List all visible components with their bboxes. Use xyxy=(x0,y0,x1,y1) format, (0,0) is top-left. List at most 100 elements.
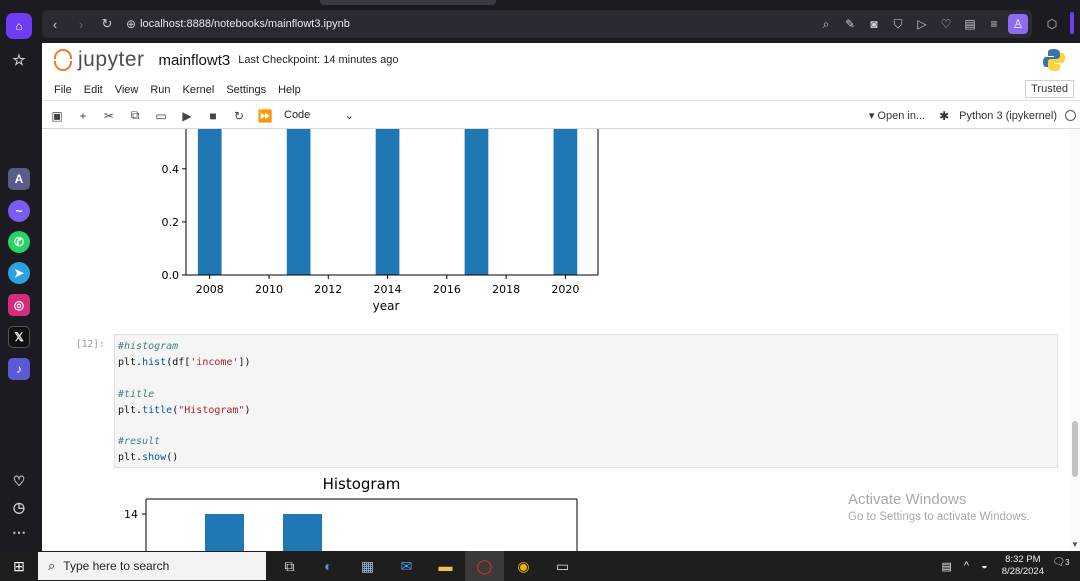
wallet-icon[interactable]: ▤ xyxy=(958,17,982,31)
home-icon[interactable]: ⌂ xyxy=(6,13,32,39)
send-icon[interactable]: ▷ xyxy=(910,17,934,31)
toolbar-right: ▾ Open in... ✱ Python 3 (ipykernel) xyxy=(869,109,1080,123)
easy-setup-icon[interactable]: ≡ xyxy=(982,17,1006,31)
messenger-icon[interactable]: ~ xyxy=(8,200,30,222)
vpn-shield-icon[interactable]: ⛉ xyxy=(886,17,910,32)
history-icon[interactable]: ◷ xyxy=(8,496,30,518)
tab-strip xyxy=(38,0,1080,8)
page-scrollbar[interactable]: ▼ xyxy=(1070,129,1080,551)
zoom-icon[interactable]: ⌕ xyxy=(814,17,838,32)
bar-2008 xyxy=(197,129,222,275)
menu-help[interactable]: Help xyxy=(272,84,307,96)
more-icon[interactable]: ⋯ xyxy=(8,521,30,543)
heart-icon[interactable]: ♡ xyxy=(8,470,30,492)
notification-count: 3 xyxy=(1065,558,1070,567)
scrollbar-thumb[interactable] xyxy=(1072,421,1078,477)
heart-icon[interactable]: ♡ xyxy=(934,17,958,31)
trusted-button[interactable]: Trusted xyxy=(1025,80,1074,98)
profile-icon[interactable]: ♙ xyxy=(1008,14,1028,34)
task-view-icon[interactable]: ⧉ xyxy=(270,551,309,581)
clock-date: 8/28/2024 xyxy=(1001,566,1044,577)
forward-icon[interactable]: › xyxy=(68,10,94,38)
clock[interactable]: 8:32 PM 8/28/2024 xyxy=(1002,554,1044,578)
histogram-bar xyxy=(205,514,244,551)
edge-icon[interactable]: ◐ xyxy=(309,551,348,581)
code-line: #histogram xyxy=(118,341,179,352)
menu-file[interactable]: File xyxy=(48,84,78,96)
menu-settings[interactable]: Settings xyxy=(220,84,272,96)
menu-view[interactable]: View xyxy=(109,84,145,96)
file-explorer-icon[interactable]: ▬ xyxy=(426,551,465,581)
screen: ⌂ ☆ A ~ ✆ ➤ ◎ 𝕏 ♪ ♡ ◷ ⋯ ‹ › ↻ ⊕ localhos… xyxy=(0,0,1080,581)
y-tick-label: 0.0 xyxy=(162,269,180,282)
snapshot-icon[interactable]: ◙ xyxy=(862,17,886,31)
address-bar: ‹ › ↻ ⊕ localhost:8888/notebooks/mainflo… xyxy=(42,10,1032,38)
whatsapp-icon[interactable]: ✆ xyxy=(8,231,30,253)
histogram-bar xyxy=(283,514,322,551)
jupyter-logo-icon[interactable] xyxy=(52,47,74,73)
menu-kernel[interactable]: Kernel xyxy=(177,84,221,96)
chevron-down-icon: ⌄ xyxy=(344,110,354,122)
windows-start-icon[interactable]: ⊞ xyxy=(0,558,38,575)
jupyter-brand[interactable]: jupyter xyxy=(78,48,145,72)
terminal-icon[interactable]: ▭ xyxy=(543,551,582,581)
store-icon[interactable]: ▦ xyxy=(348,551,387,581)
menu-bar: File Edit View Run Kernel Settings Help xyxy=(42,79,1080,101)
activate-windows-watermark: Activate Windows Go to Settings to activ… xyxy=(848,491,1030,523)
cell-type-select[interactable]: Code ⌄ xyxy=(284,109,354,122)
menu-edit[interactable]: Edit xyxy=(78,84,109,96)
tray-chevron-icon[interactable]: ^ xyxy=(964,560,969,572)
url-text[interactable]: localhost:8888/notebooks/mainflowt3.ipyn… xyxy=(140,18,350,30)
restart-icon[interactable]: ↻ xyxy=(226,109,252,123)
add-cell-icon[interactable]: + xyxy=(70,109,96,123)
edit-icon[interactable]: ✎ xyxy=(838,17,862,31)
code-cell[interactable] xyxy=(114,334,1058,468)
reload-icon[interactable]: ↻ xyxy=(94,10,120,38)
music-icon[interactable]: ♪ xyxy=(8,358,30,380)
cell-prompt: [12]: xyxy=(76,339,105,350)
taskbar-search[interactable]: ⌕ Type here to search xyxy=(38,552,266,580)
x-icon[interactable]: 𝕏 xyxy=(8,326,30,348)
chart-title: Histogram xyxy=(323,475,401,493)
notebook-toolbar: ▣ + ✂ ⧉ ▭ ▶ ■ ↻ ⏩ Code ⌄ ▾ Open in... ✱ P… xyxy=(42,103,1080,129)
paste-icon[interactable]: ▭ xyxy=(148,109,174,123)
stop-icon[interactable]: ■ xyxy=(200,109,226,123)
code-line: plt.title("Histogram") xyxy=(118,404,251,416)
instagram-icon[interactable]: ◎ xyxy=(8,294,30,316)
x-tick-label: 2008 xyxy=(196,283,224,296)
extensions-icon[interactable]: ⬡ xyxy=(1040,13,1064,35)
save-icon[interactable]: ▣ xyxy=(44,109,70,123)
notification-icon[interactable]: 🗨3 xyxy=(1052,557,1070,575)
notebook-title[interactable]: mainflowt3 xyxy=(159,52,231,69)
x-tick-label: 2012 xyxy=(314,283,342,296)
telegram-icon[interactable]: ➤ xyxy=(8,262,30,284)
histogram-chart: Histogram 14 xyxy=(124,475,578,551)
site-info-icon[interactable]: ⊕ xyxy=(126,17,136,31)
mail-icon[interactable]: ✉ xyxy=(387,551,426,581)
run-all-icon[interactable]: ⏩ xyxy=(252,109,278,123)
open-in-button[interactable]: ▾ Open in... xyxy=(869,109,925,122)
bookmark-icon[interactable]: ☆ xyxy=(8,49,30,71)
aria-icon[interactable]: A xyxy=(8,168,30,190)
chrome-icon[interactable]: ◉ xyxy=(504,551,543,581)
network-icon[interactable]: ◒ xyxy=(981,560,988,572)
opera-icon[interactable]: ◯ xyxy=(465,551,504,581)
system-tray: ▤ ^ ◒ 8:32 PM 8/28/2024 🗨3 xyxy=(936,554,1080,578)
bar-2014 xyxy=(375,129,400,275)
x-tick-label: 2014 xyxy=(374,283,402,296)
kernel-name[interactable]: Python 3 (ipykernel) xyxy=(959,110,1057,122)
y-tick-label: 0.4 xyxy=(162,163,180,176)
code-editor[interactable]: #histogram plt.hist(df['income']) #title p… xyxy=(118,339,251,466)
keyboard-icon[interactable]: ▤ xyxy=(942,560,952,573)
run-icon[interactable]: ▶ xyxy=(174,109,200,123)
debugger-icon[interactable]: ✱ xyxy=(939,109,949,123)
x-tick-label: 2020 xyxy=(551,283,579,296)
cut-icon[interactable]: ✂ xyxy=(96,109,122,123)
code-line: plt.hist(df['income']) xyxy=(118,356,251,368)
back-icon[interactable]: ‹ xyxy=(42,10,68,38)
watermark-title: Activate Windows xyxy=(848,491,967,508)
scroll-down-icon[interactable]: ▼ xyxy=(1071,540,1079,549)
copy-icon[interactable]: ⧉ xyxy=(122,108,148,123)
menu-run[interactable]: Run xyxy=(144,84,176,96)
active-tab[interactable] xyxy=(320,0,496,5)
